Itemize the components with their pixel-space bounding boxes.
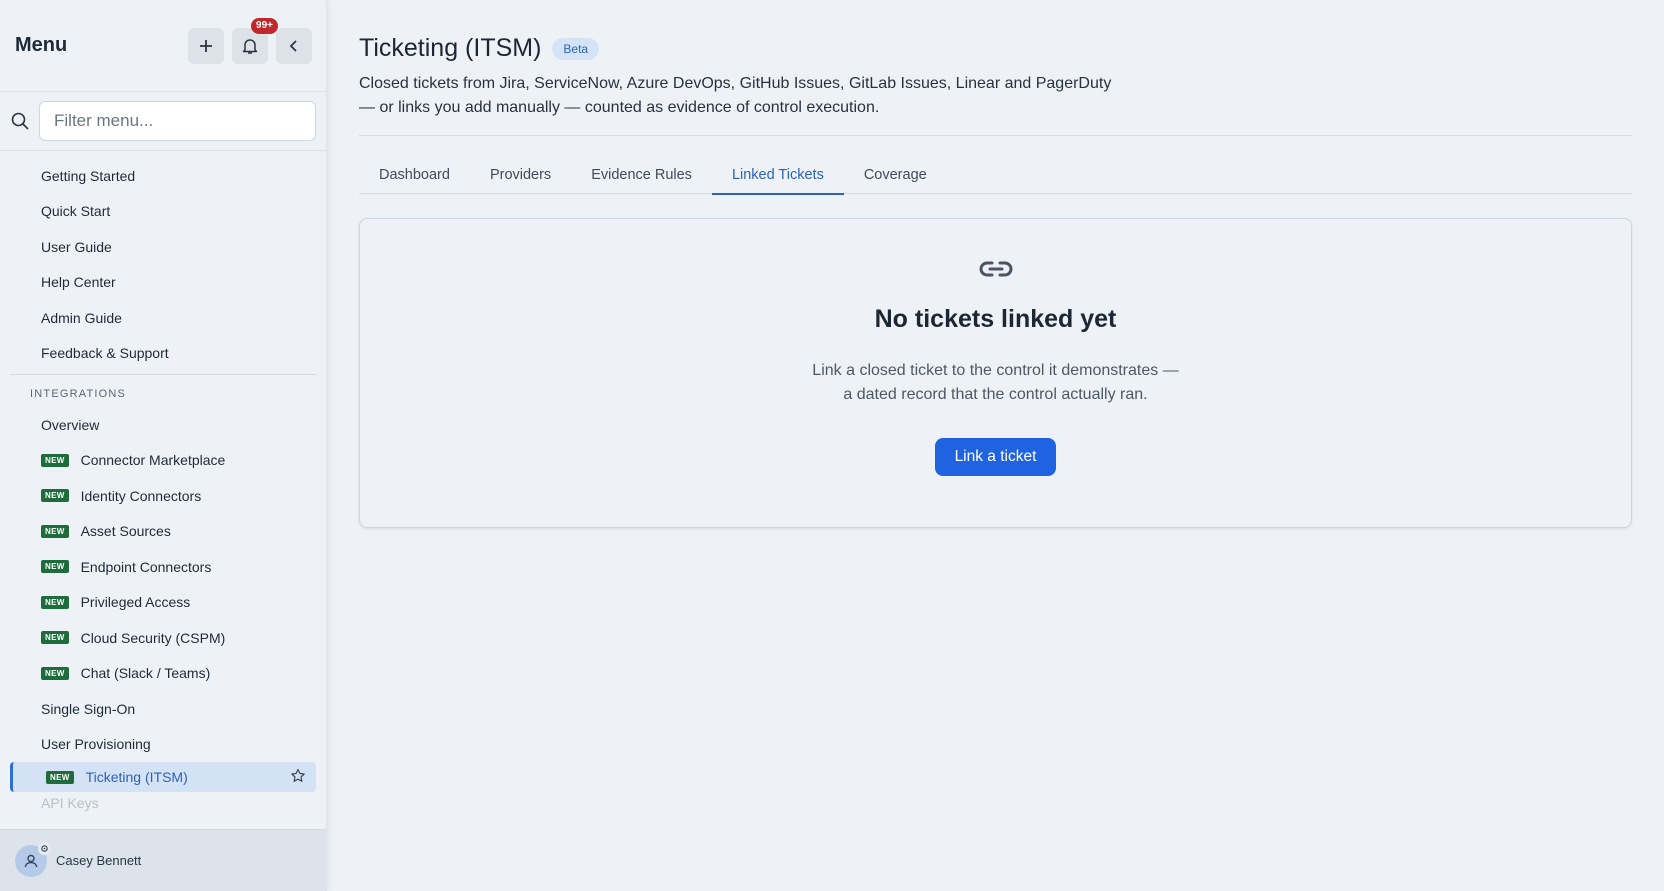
sidebar-item-label: Feedback & Support <box>41 345 169 362</box>
sidebar-search <box>0 92 326 151</box>
new-badge: NEW <box>46 770 74 784</box>
search-icon <box>11 112 29 130</box>
sidebar-item-label: Overview <box>41 416 100 433</box>
sidebar-item-label: Admin Guide <box>41 309 122 326</box>
sidebar-item-label: Identity Connectors <box>80 487 202 504</box>
new-badge: NEW <box>41 595 69 609</box>
sidebar-title: Menu <box>15 34 68 56</box>
star-icon[interactable] <box>290 768 306 784</box>
sidebar-item-label: Help Center <box>41 274 116 291</box>
user-name: Casey Bennett <box>56 853 142 868</box>
new-badge: NEW <box>41 489 69 503</box>
main-content: Ticketing (ITSM) Beta Closed tickets fro… <box>359 0 1632 528</box>
sidebar-item-label: Endpoint Connectors <box>80 558 212 575</box>
sidebar-item-label: Getting Started <box>41 167 136 184</box>
sidebar-item-label: Quick Start <box>41 203 111 220</box>
empty-state-title: No tickets linked yet <box>874 305 1117 333</box>
empty-state-card: No tickets linked yet Link a closed tick… <box>359 218 1632 528</box>
sidebar-item-label: Asset Sources <box>80 523 171 540</box>
sidebar-item-quick-start[interactable]: Quick Start <box>0 194 326 230</box>
sidebar-item-chat[interactable]: NEW Chat (Slack / Teams) <box>0 656 326 692</box>
sidebar-item-admin-guide[interactable]: Admin Guide <box>0 300 326 336</box>
sidebar-item-connector-marketplace[interactable]: NEW Connector Marketplace <box>0 443 326 479</box>
sidebar-item-user-guide[interactable]: User Guide <box>0 229 326 265</box>
page-description: Closed tickets from Jira, ServiceNow, Az… <box>359 72 1149 120</box>
avatar <box>15 841 51 877</box>
sidebar-item-endpoint-connectors[interactable]: NEW Endpoint Connectors <box>0 549 326 585</box>
beta-badge: Beta <box>552 37 600 60</box>
sidebar-list: Getting Started Quick Start User Guide H… <box>0 151 326 829</box>
gear-icon <box>38 841 51 855</box>
new-badge: NEW <box>41 631 69 645</box>
sidebar-divider <box>10 374 316 375</box>
tab-providers[interactable]: Providers <box>470 156 571 194</box>
new-badge: NEW <box>41 453 69 467</box>
page-description-line1: Closed tickets from Jira, ServiceNow, Az… <box>359 75 1112 92</box>
page-description-line2: — or links you add manually — counted as… <box>359 99 880 116</box>
sidebar-item-identity-connectors[interactable]: NEW Identity Connectors <box>0 478 326 514</box>
sidebar-item-asset-sources[interactable]: NEW Asset Sources <box>0 514 326 550</box>
sidebar-item-label: Chat (Slack / Teams) <box>80 665 211 682</box>
new-badge: NEW <box>41 560 69 574</box>
chevron-left-icon <box>289 39 297 52</box>
link-ticket-button[interactable]: Link a ticket <box>934 438 1057 476</box>
sidebar-item-getting-started[interactable]: Getting Started <box>0 158 326 194</box>
notifications-button[interactable]: 99+ <box>232 17 278 64</box>
sidebar: Menu 99+ Getting Started Quick Start Use… <box>0 0 327 891</box>
sidebar-item-label: User Guide <box>41 238 112 255</box>
add-button[interactable] <box>188 27 224 64</box>
new-badge: NEW <box>41 524 69 538</box>
notification-count-badge: 99+ <box>251 17 278 34</box>
empty-state-text-line1: Link a closed ticket to the control it d… <box>812 362 1179 379</box>
sidebar-item-privileged-access[interactable]: NEW Privileged Access <box>0 585 326 621</box>
tab-coverage[interactable]: Coverage <box>844 156 947 194</box>
sidebar-item-cloud-security[interactable]: NEW Cloud Security (CSPM) <box>0 620 326 656</box>
empty-state-text-line2: a dated record that the control actually… <box>843 386 1148 403</box>
bell-icon <box>242 38 258 54</box>
empty-state-text: Link a closed ticket to the control it d… <box>812 359 1178 407</box>
tab-bar: Dashboard Providers Evidence Rules Linke… <box>359 156 1632 195</box>
tab-dashboard[interactable]: Dashboard <box>359 156 470 194</box>
sidebar-item-help-center[interactable]: Help Center <box>0 265 326 301</box>
new-badge: NEW <box>41 666 69 680</box>
collapse-sidebar-button[interactable] <box>276 27 312 64</box>
sidebar-item-label: API Keys <box>41 795 99 811</box>
sidebar-item-label: Privileged Access <box>80 594 191 611</box>
sidebar-item-ticketing[interactable]: NEW Ticketing (ITSM) <box>10 762 316 792</box>
sidebar-footer[interactable]: Casey Bennett <box>0 829 326 891</box>
link-icon <box>979 261 1012 277</box>
sidebar-section-integrations: INTEGRATIONS <box>30 388 127 400</box>
sidebar-item-label: Ticketing (ITSM) <box>85 769 188 785</box>
sidebar-item-label: Cloud Security (CSPM) <box>80 629 226 646</box>
tab-evidence-rules[interactable]: Evidence Rules <box>571 156 712 194</box>
sidebar-item-label: Connector Marketplace <box>80 452 226 469</box>
tab-linked-tickets[interactable]: Linked Tickets <box>711 156 844 195</box>
sidebar-item-api-keys[interactable]: API Keys <box>0 792 326 814</box>
sidebar-item-feedback-support[interactable]: Feedback & Support <box>0 336 326 372</box>
sidebar-header: Menu 99+ <box>0 0 326 92</box>
sidebar-item-overview[interactable]: Overview <box>0 407 326 443</box>
sidebar-item-label: User Provisioning <box>41 736 151 753</box>
sidebar-item-label: Single Sign-On <box>41 700 136 717</box>
sidebar-item-user-provisioning[interactable]: User Provisioning <box>0 727 326 763</box>
user-icon <box>24 854 38 867</box>
plus-icon <box>200 39 212 52</box>
page-header: Ticketing (ITSM) Beta <box>359 34 1632 63</box>
page-title: Ticketing (ITSM) <box>359 34 542 62</box>
header-divider <box>359 135 1632 136</box>
sidebar-item-single-sign-on[interactable]: Single Sign-On <box>0 691 326 727</box>
filter-menu-input[interactable] <box>39 101 316 141</box>
